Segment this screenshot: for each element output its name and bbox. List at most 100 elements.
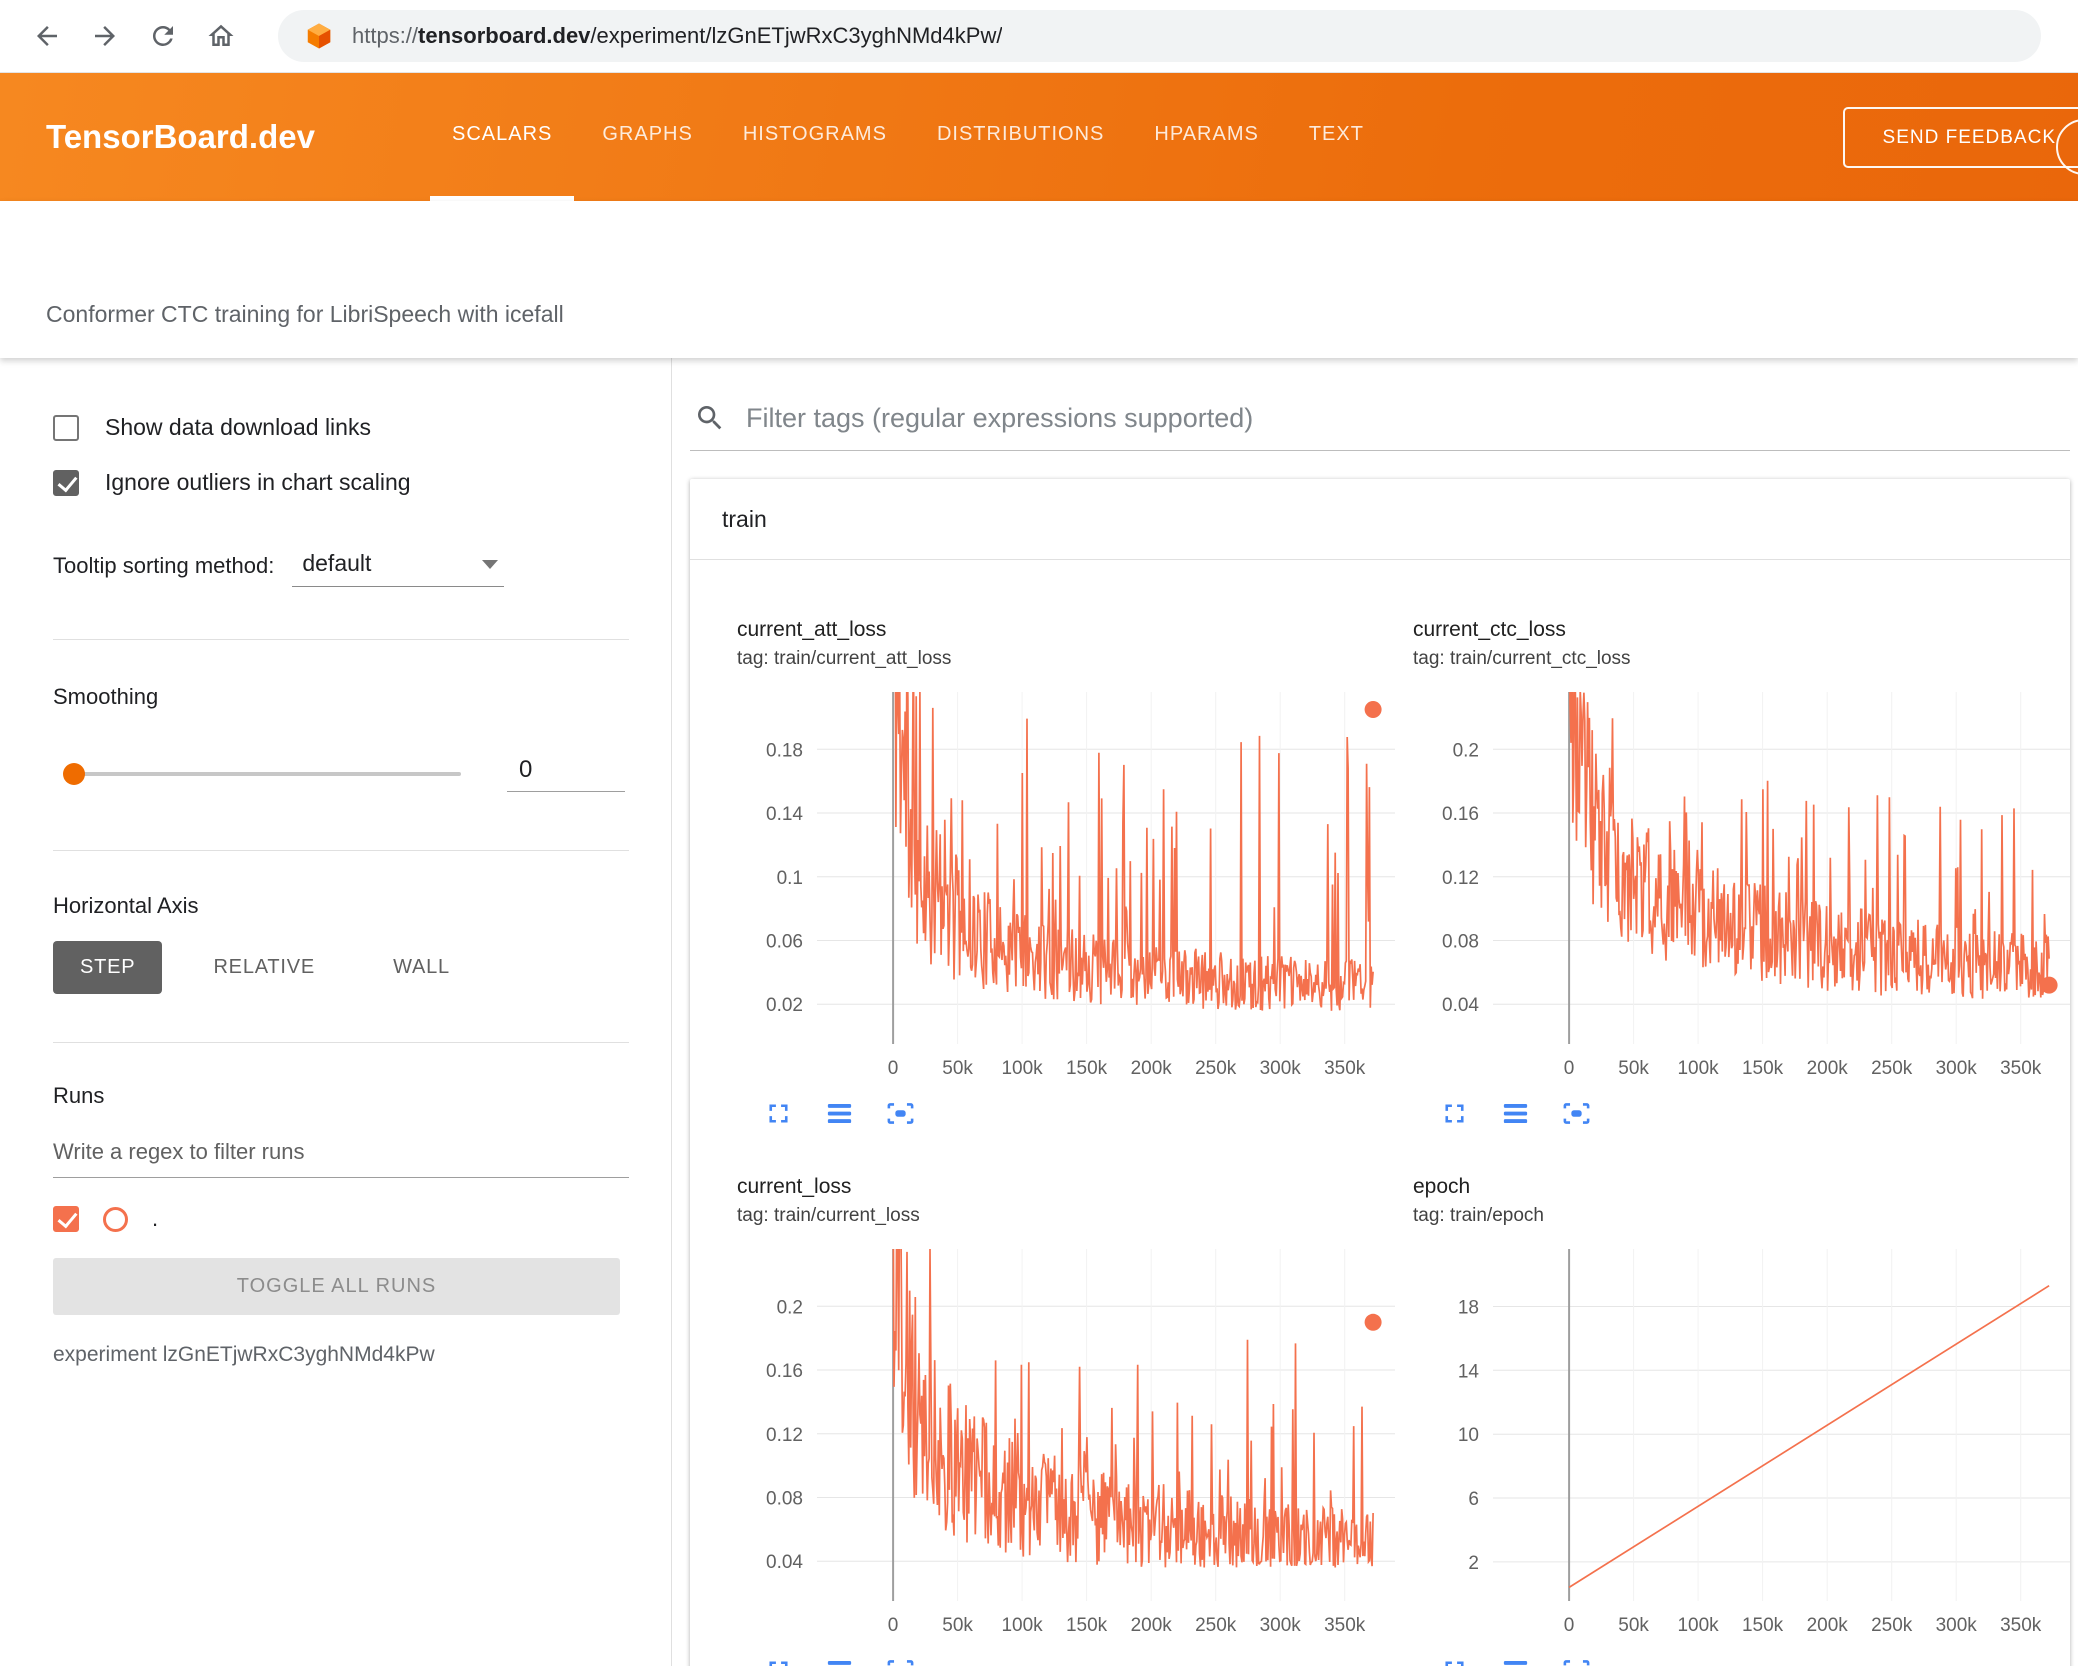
fullscreen-icon[interactable] xyxy=(763,1098,794,1129)
svg-text:18: 18 xyxy=(1458,1298,1479,1319)
svg-text:0.2: 0.2 xyxy=(777,1297,803,1318)
address-bar[interactable]: https://tensorboard.dev/experiment/lzGnE… xyxy=(278,10,2041,62)
show-download-links-checkbox[interactable] xyxy=(53,414,79,441)
fit-domain-icon[interactable] xyxy=(1561,1655,1592,1666)
chart-title: epoch xyxy=(1413,1175,1471,1198)
log-scale-toggle-icon[interactable] xyxy=(1500,1098,1531,1129)
svg-text:0.06: 0.06 xyxy=(766,932,803,953)
experiment-subtitle: Conformer CTC training for LibriSpeech w… xyxy=(46,301,564,327)
svg-text:150k: 150k xyxy=(1066,1058,1108,1079)
fit-domain-icon[interactable] xyxy=(1561,1098,1592,1129)
smoothing-value-input[interactable] xyxy=(507,756,625,792)
svg-text:250k: 250k xyxy=(1195,1615,1237,1636)
home-button[interactable] xyxy=(198,13,244,59)
chart-epoch: epoch tag: train/epoch 2 6 10 14 18 0 50k 100k 150… xyxy=(1413,1175,2070,1666)
tab-distributions[interactable]: DISTRIBUTIONS xyxy=(915,73,1126,201)
tensorboard-favicon-icon xyxy=(307,23,331,49)
divider xyxy=(53,639,629,640)
chevron-down-icon xyxy=(482,560,499,569)
svg-text:0.16: 0.16 xyxy=(766,1361,803,1382)
svg-text:250k: 250k xyxy=(1871,1058,1913,1079)
svg-text:0.1: 0.1 xyxy=(777,868,803,889)
ignore-outliers-row: Ignore outliers in chart scaling xyxy=(53,469,629,496)
svg-text:0: 0 xyxy=(888,1058,899,1079)
horizontal-axis-buttons: STEP RELATIVE WALL xyxy=(53,941,629,994)
chart-canvas-current_att_loss[interactable]: 0.02 0.06 0.1 0.14 0.18 0 50k 100k 150k 200k 250k 3… xyxy=(737,680,1397,1082)
svg-text:50k: 50k xyxy=(1618,1615,1649,1636)
tag-group-title[interactable]: train xyxy=(690,479,2070,560)
forward-button[interactable] xyxy=(82,13,128,59)
svg-text:200k: 200k xyxy=(1131,1058,1173,1079)
chart-current_loss: current_loss tag: train/current_loss 0.04 0… xyxy=(737,1175,1413,1666)
show-download-links-row: Show data download links xyxy=(53,414,629,441)
svg-text:100k: 100k xyxy=(1677,1058,1719,1079)
log-scale-toggle-icon[interactable] xyxy=(824,1655,855,1666)
chart-toolbar xyxy=(763,1655,1413,1666)
svg-text:0: 0 xyxy=(888,1615,899,1636)
smoothing-slider[interactable] xyxy=(63,763,461,785)
ignore-outliers-checkbox[interactable] xyxy=(53,469,79,496)
svg-text:0.2: 0.2 xyxy=(1453,740,1479,761)
chart-canvas-epoch[interactable]: 2 6 10 14 18 0 50k 100k 150k 200k 250k 300k 350k xyxy=(1413,1237,2070,1639)
toggle-all-runs-button[interactable]: TOGGLE ALL RUNS xyxy=(53,1258,620,1315)
log-scale-toggle-icon[interactable] xyxy=(1500,1655,1531,1666)
forward-arrow-icon xyxy=(95,26,115,46)
svg-text:14: 14 xyxy=(1458,1361,1480,1382)
tab-scalars[interactable]: SCALARS xyxy=(430,73,575,201)
svg-text:250k: 250k xyxy=(1871,1615,1913,1636)
smoothing-label: Smoothing xyxy=(53,684,159,709)
divider xyxy=(53,1042,629,1043)
fullscreen-icon[interactable] xyxy=(1439,1098,1470,1129)
svg-text:200k: 200k xyxy=(1807,1058,1849,1079)
reload-button[interactable] xyxy=(140,13,186,59)
chart-canvas-current_loss[interactable]: 0.04 0.08 0.12 0.16 0.2 0 50k 100k 150k 200k 250k 3… xyxy=(737,1237,1397,1639)
chart-tag: tag: train/epoch xyxy=(1413,1205,1544,1226)
experiment-header: Conformer CTC training for LibriSpeech w… xyxy=(0,201,2078,358)
browser-toolbar: https://tensorboard.dev/experiment/lzGnE… xyxy=(0,0,2078,73)
tab-graphs[interactable]: GRAPHS xyxy=(580,73,714,201)
fullscreen-icon[interactable] xyxy=(1439,1655,1470,1666)
train-card: train current_att_loss tag: train/current… xyxy=(690,479,2070,1666)
svg-text:0.12: 0.12 xyxy=(1442,868,1479,889)
slider-thumb[interactable] xyxy=(63,763,85,785)
divider xyxy=(53,850,629,851)
svg-text:300k: 300k xyxy=(1936,1615,1978,1636)
send-feedback-button[interactable]: SEND FEEDBACK xyxy=(1842,107,2078,168)
axis-relative-button[interactable]: RELATIVE xyxy=(186,941,342,994)
fit-domain-icon[interactable] xyxy=(885,1098,916,1129)
tooltip-sorting-label: Tooltip sorting method: xyxy=(53,553,275,578)
svg-text:250k: 250k xyxy=(1195,1058,1237,1079)
chart-toolbar xyxy=(1439,1098,2070,1129)
back-button[interactable] xyxy=(24,13,70,59)
log-scale-toggle-icon[interactable] xyxy=(824,1098,855,1129)
svg-text:0.08: 0.08 xyxy=(766,1489,803,1510)
chart-toolbar xyxy=(1439,1655,2070,1666)
fullscreen-icon[interactable] xyxy=(763,1655,794,1666)
axis-step-button[interactable]: STEP xyxy=(53,941,163,994)
url-scheme: https:// xyxy=(352,23,419,48)
svg-text:100k: 100k xyxy=(1001,1615,1043,1636)
chart-canvas-current_ctc_loss[interactable]: 0.04 0.08 0.12 0.16 0.2 0 50k 100k 150k 200k 250k 3… xyxy=(1413,680,2070,1082)
search-icon xyxy=(698,406,722,430)
settings-sidebar: Show data download links Ignore outliers… xyxy=(0,358,672,1666)
tooltip-sorting-select[interactable]: default xyxy=(292,548,505,587)
run-checkbox[interactable] xyxy=(53,1206,79,1232)
axis-wall-button[interactable]: WALL xyxy=(366,941,477,994)
tab-hparams[interactable]: HPARAMS xyxy=(1132,73,1280,201)
svg-text:6: 6 xyxy=(1468,1489,1479,1510)
tab-text[interactable]: TEXT xyxy=(1287,73,1386,201)
url-domain: tensorboard.dev xyxy=(418,23,591,48)
main-nav: SCALARS GRAPHS HISTOGRAMS DISTRIBUTIONS HPAR… xyxy=(430,73,1392,201)
svg-text:0: 0 xyxy=(1564,1058,1575,1079)
fit-domain-icon[interactable] xyxy=(885,1655,916,1666)
chart-tag: tag: train/current_ctc_loss xyxy=(1413,648,1631,669)
svg-text:350k: 350k xyxy=(1324,1615,1366,1636)
tab-histograms[interactable]: HISTOGRAMS xyxy=(721,73,909,201)
filter-tags-input[interactable] xyxy=(746,402,2070,434)
runs-filter-input[interactable] xyxy=(53,1133,629,1178)
svg-text:0.16: 0.16 xyxy=(1442,804,1479,825)
svg-text:350k: 350k xyxy=(2000,1058,2042,1079)
svg-text:0.04: 0.04 xyxy=(766,1552,803,1573)
chart-current_ctc_loss: current_ctc_loss tag: train/current_ctc_l… xyxy=(1413,618,2070,1175)
svg-text:350k: 350k xyxy=(1324,1058,1366,1079)
